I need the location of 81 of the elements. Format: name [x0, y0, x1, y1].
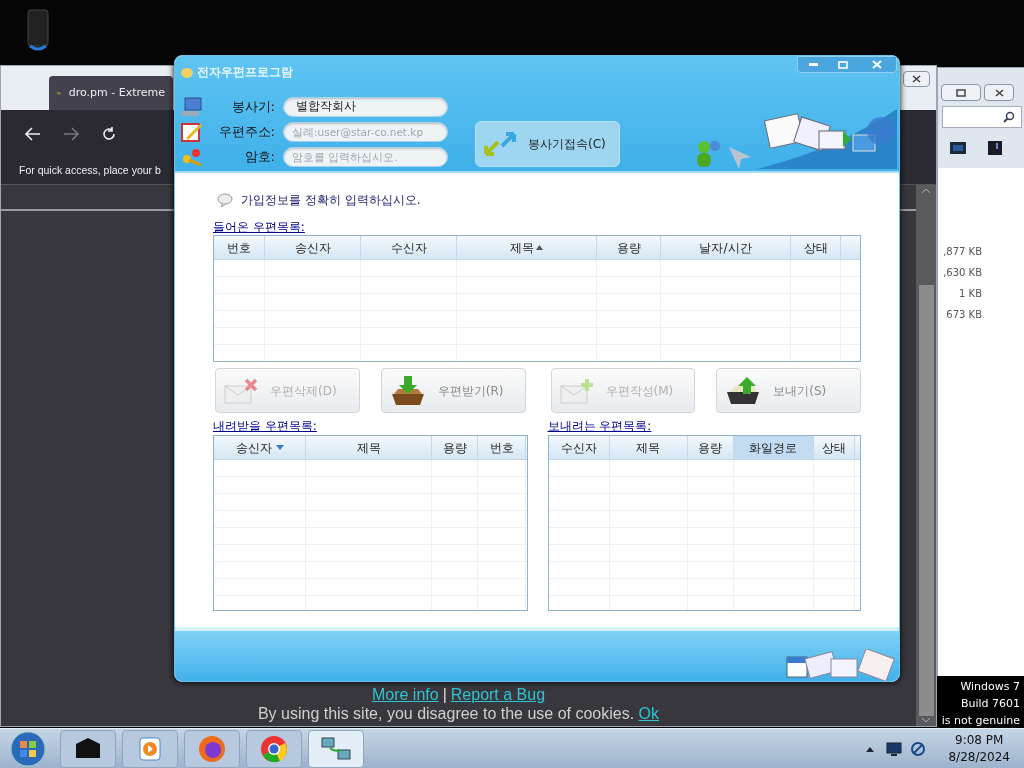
window-title: 전자우편프로그람 [197, 64, 293, 81]
info-hint: 가입정보를 정확히 입력하십시오. [241, 192, 421, 209]
scroll-down-icon [921, 716, 931, 724]
notice-line: is not genuine [941, 713, 1020, 728]
keys-icon [181, 146, 203, 167]
restore-icon [956, 88, 966, 97]
users-icon [695, 139, 723, 169]
field-label: 암호: [243, 147, 276, 166]
sort-down-icon [275, 445, 284, 450]
file-size: ,877 KB [943, 245, 982, 259]
inbox-list-link[interactable]: 들어온 우편목록: [213, 219, 861, 235]
column-header[interactable]: 송신자 [214, 436, 306, 459]
column-header[interactable]: 날자/시간 [661, 236, 791, 259]
reload-icon[interactable] [101, 125, 117, 142]
scrollbar[interactable] [916, 185, 936, 726]
browser-tab[interactable]: dro.pm - Extreme [49, 76, 173, 110]
swap-arrows-icon [484, 132, 516, 156]
close-button[interactable] [903, 71, 930, 87]
taskbar-app-button[interactable] [60, 729, 116, 768]
app-logo-icon [181, 66, 193, 78]
bookmark-hint: For quick access, place your b [19, 162, 161, 178]
round-browser-icon [260, 734, 288, 763]
column-header[interactable]: 화일경로 [733, 436, 814, 459]
ok-link[interactable]: Ok [638, 705, 660, 722]
column-header[interactable]: 수신자 [548, 436, 610, 459]
envelope-cross-icon [224, 377, 258, 404]
close-icon [912, 75, 921, 83]
field-label: 우편주소: [217, 122, 276, 141]
connect-button[interactable]: 봉사기접속(C) [475, 121, 620, 167]
clock[interactable]: 9:08 PM 8/28/2024 [948, 731, 1010, 766]
link-separator: | [442, 686, 447, 704]
input-field[interactable]: 별합작회사 [283, 96, 448, 117]
column-header[interactable]: 상태 [813, 436, 855, 459]
column-header[interactable]: 수신자 [361, 236, 457, 259]
back-arrow-icon[interactable] [25, 126, 41, 141]
network-computers-icon [320, 735, 352, 762]
forward-arrow-icon[interactable] [63, 126, 79, 141]
notice-line: Windows 7 [960, 679, 1020, 695]
report-bug-link[interactable]: Report a Bug [450, 686, 546, 704]
file-size: 673 KB [946, 308, 982, 322]
download-list-link[interactable]: 내려받을 우편목록: [213, 417, 528, 435]
sort-up-icon [536, 245, 543, 250]
paper-plane-icon [727, 145, 753, 169]
file-size: 1 KB [959, 287, 982, 301]
column-header[interactable]: 제목 [457, 236, 597, 259]
speech-bubble-icon [217, 193, 233, 207]
column-header[interactable]: 용량 [432, 436, 478, 459]
field-label: 봉사기: [230, 97, 276, 116]
search-field[interactable] [942, 106, 1022, 128]
send-list-link[interactable]: 보내려는 우편목록: [547, 417, 861, 435]
media-player-icon [139, 736, 161, 761]
tray-up-arrow-icon [725, 375, 762, 406]
close-icon [872, 60, 882, 69]
column-header[interactable]: 용량 [597, 236, 661, 259]
input-field[interactable]: 암호를 입력하십시오. [283, 146, 448, 167]
notepad-pencil-icon [181, 121, 203, 142]
computer-icon [181, 96, 203, 117]
maximize-icon [838, 60, 848, 69]
column-header[interactable]: 번호 [478, 436, 526, 459]
column-header[interactable]: 상태 [791, 236, 841, 259]
column-header[interactable]: 송신자 [265, 236, 361, 259]
envelope-plus-icon [559, 377, 594, 404]
input-field[interactable]: 실례:user@star-co.net.kp [283, 121, 448, 142]
file-size: ,630 KB [943, 266, 982, 280]
column-header[interactable]: 용량 [687, 436, 734, 459]
more-info-link[interactable]: More info [371, 686, 439, 704]
notice-line: Build 7601 [960, 696, 1020, 712]
show-hidden-icons-icon[interactable] [866, 745, 875, 752]
scroll-up-icon [921, 187, 931, 195]
close-button[interactable] [984, 84, 1014, 101]
column-header[interactable]: 제목 [609, 436, 688, 459]
minimize-icon [808, 63, 818, 66]
column-header[interactable]: 제목 [306, 436, 432, 459]
close-icon [994, 88, 1004, 97]
monitor-icon[interactable] [886, 741, 903, 756]
column-header[interactable]: 번호 [214, 236, 265, 259]
cookie-notice: By using this site, you disagree to the use of cookies. Ok [257, 704, 660, 723]
tray-down-arrow-icon [389, 375, 426, 406]
start-button[interactable] [8, 730, 48, 767]
search-icon [1003, 111, 1015, 123]
restore-button[interactable] [941, 84, 981, 101]
